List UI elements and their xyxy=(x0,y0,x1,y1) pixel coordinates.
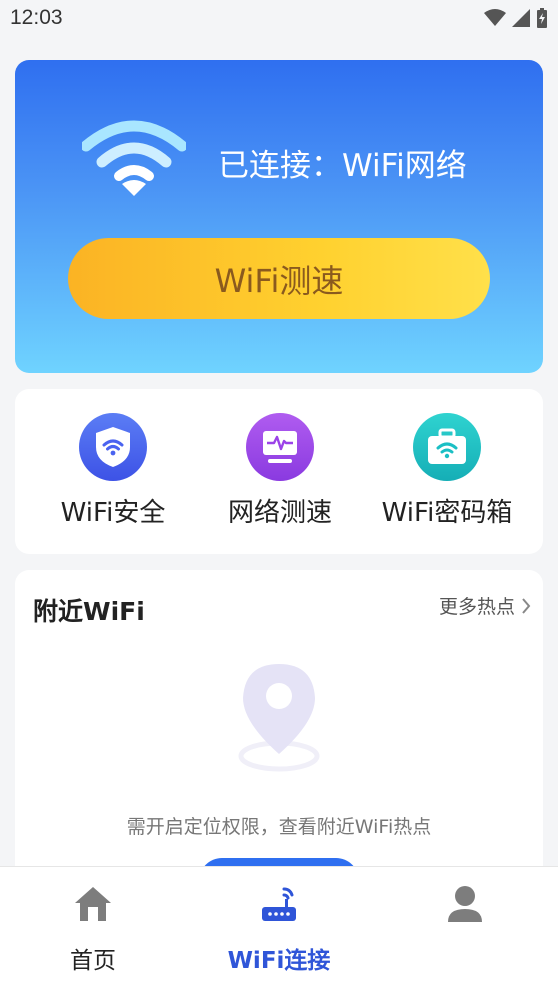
tool-label: 网络测速 xyxy=(227,498,332,528)
shield-wifi-icon xyxy=(79,413,147,481)
tools-card: WiFi安全 网络测速 WiFi密码箱 xyxy=(15,389,543,554)
wifi-icon xyxy=(82,120,186,196)
more-hotspots-label: 更多热点 xyxy=(438,596,515,618)
tool-label: WiFi安全 xyxy=(60,498,166,528)
tab-label: WiFi连接 xyxy=(227,948,331,974)
wifi-speed-test-button[interactable]: WiFi测速 xyxy=(68,238,490,319)
cell-signal-icon xyxy=(512,9,530,27)
tool-network-speed[interactable]: 网络测速 xyxy=(195,413,365,529)
battery-icon xyxy=(537,8,547,28)
case-wifi-icon xyxy=(413,413,481,481)
tab-label: 首页 xyxy=(70,948,116,974)
connection-card xyxy=(15,60,543,373)
wifi-signal-icon xyxy=(484,9,506,26)
connection-status: 已连接：WiFi网络 xyxy=(218,148,467,184)
tool-label: WiFi密码箱 xyxy=(381,498,513,528)
tool-wifi-password-box[interactable]: WiFi密码箱 xyxy=(347,413,547,529)
chevron-right-icon xyxy=(522,597,531,614)
router-icon xyxy=(262,887,296,921)
tab-home[interactable]: 首页 xyxy=(18,885,168,975)
nearby-title: 附近WiFi xyxy=(33,597,145,626)
user-icon xyxy=(448,886,482,922)
status-bar: 12:03 xyxy=(0,0,558,38)
tool-wifi-security[interactable]: WiFi安全 xyxy=(28,413,198,529)
bottom-tab-bar: 首页 WiFi连接 xyxy=(0,866,558,993)
location-permission-hint: 需开启定位权限，查看附近WiFi热点 xyxy=(126,816,432,838)
monitor-pulse-icon xyxy=(246,413,314,481)
status-time: 12:03 xyxy=(10,6,63,29)
status-icons xyxy=(484,8,548,28)
more-hotspots-link[interactable]: 更多热点 xyxy=(439,592,531,619)
tab-profile[interactable] xyxy=(390,885,540,941)
location-pin-icon xyxy=(238,664,320,772)
home-icon xyxy=(75,887,111,921)
nearby-wifi-card: 附近WiFi 更多热点 需开启定位权限，查看附近WiFi热点 xyxy=(15,570,543,904)
tab-wifi-connect[interactable]: WiFi连接 xyxy=(204,885,354,975)
